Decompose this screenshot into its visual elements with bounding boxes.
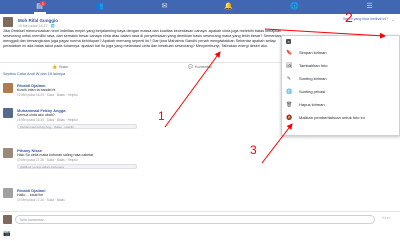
post-author[interactable]: Moh Rifal Gunggio: [18, 18, 58, 23]
comment-text: Kuwih inten ta bandel re: [17, 88, 56, 92]
comment-composer: Tulis komentar... Kirim: [0, 211, 400, 227]
post-text: Jika Ombisel memuncakkan teori indelitas…: [3, 29, 283, 48]
comment-meta: 19 Mei pukul 16.45 · Suka · Balas · Help…: [17, 118, 78, 122]
menu-item-edit-post[interactable]: ✎ Sunting kiriman: [282, 74, 400, 84]
menu-item-turn-off-notifications[interactable]: 🔕 Matikan pemberitahuan untuk foto ini: [282, 113, 400, 123]
friend-requests-icon[interactable]: 👥: [95, 3, 104, 11]
menu-item-delete-post[interactable]: 🗑 Hapus kiriman: [282, 100, 400, 110]
menu-item-label: Tambahkan foto: [299, 63, 328, 68]
menu-item-label: Hapus kiriman: [299, 102, 325, 107]
messenger-icon[interactable]: ✉: [160, 3, 169, 11]
avatar[interactable]: [3, 17, 13, 27]
menu-item-label: Sunting privasi: [299, 89, 326, 94]
send-button[interactable]: Kirim: [382, 216, 391, 220]
menu-item-add-photo[interactable]: 🖼 Tambahkan foto: [282, 61, 400, 71]
notifications-icon[interactable]: 🔔: [224, 3, 233, 11]
menu-item-edit-privacy[interactable]: 🌐 Sunting privasi: [282, 87, 400, 97]
avatar[interactable]: [3, 148, 13, 158]
post-options-menu: × 🔖 Simpan kiriman 🖼 Tambahkan foto ✎ Su…: [281, 35, 400, 136]
comment-icon: 💬: [188, 64, 193, 69]
globe-icon: 🌐: [286, 89, 293, 95]
thumbs-up-icon: 👍: [52, 64, 57, 69]
comment-button[interactable]: 💬 Komentari: [188, 64, 212, 69]
comment-meta: 19 Mei pukul 16.29 · Suka · Balas · Help…: [17, 93, 78, 97]
avatar[interactable]: [3, 83, 13, 93]
comment-input[interactable]: Tulis komentar...: [15, 215, 375, 224]
menu-item-label: Simpan kiriman: [299, 50, 327, 55]
likes-summary[interactable]: Septino Catur Andi W dan 18 lainnya: [3, 72, 65, 76]
menu-icon[interactable]: ☰: [365, 3, 374, 11]
reply-preview[interactable]: Muhammad Febby Ang... Balas · Helpful: [17, 124, 137, 129]
reply-preview[interactable]: Wallflour pentus dalam beberapa: [17, 164, 137, 169]
bookmark-icon: 🔖: [286, 50, 293, 56]
chevron-down-icon[interactable]: ⌄: [391, 17, 395, 23]
avatar[interactable]: [3, 108, 13, 118]
trash-icon: 🗑: [286, 102, 293, 108]
comment-text: Semua cinta aku ubah?: [17, 113, 55, 117]
comment-text: Hallo… kauti lhe: [17, 193, 44, 197]
globe-icon[interactable]: 🌐: [290, 3, 299, 11]
comment-text: Halo So cinta maka koboran saling rasa c…: [17, 153, 94, 157]
notification-badge: 1: [40, 1, 46, 6]
bell-off-icon: 🔕: [286, 115, 293, 121]
like-label: Suka: [58, 65, 68, 69]
avatar[interactable]: [3, 188, 13, 198]
close-icon[interactable]: ×: [286, 39, 291, 44]
post-meta: 19 Mei pukul 16.27 · 🌐: [18, 24, 56, 28]
audience-link[interactable]: Sepro yang bisa melihat ini?: [343, 17, 388, 21]
avatar: [3, 215, 12, 224]
comment-meta: 19 Mei pukul 17.26 · Suka · Balas · Help…: [17, 158, 78, 162]
likes-text: Septino Catur Andi W dan 18 lainnya: [3, 72, 66, 76]
like-button[interactable]: 👍 Suka: [52, 64, 68, 69]
top-navigation-bar: ▤ 1 👥 ✉ 🔔 🌐 ☰: [0, 0, 400, 14]
menu-item-label: Sunting kiriman: [299, 76, 327, 81]
pencil-icon: ✎: [286, 76, 292, 82]
menu-item-save-post[interactable]: 🔖 Simpan kiriman: [282, 48, 400, 58]
comment-meta: 19 Mei pukul 17.26 · Suka · Balas: [17, 198, 65, 202]
comment-label: Komentari: [194, 65, 213, 69]
image-icon: 🖼: [286, 63, 293, 69]
menu-item-label: Matikan pemberitahuan untuk foto ini: [299, 115, 365, 120]
camera-icon[interactable]: 📷: [3, 230, 10, 237]
